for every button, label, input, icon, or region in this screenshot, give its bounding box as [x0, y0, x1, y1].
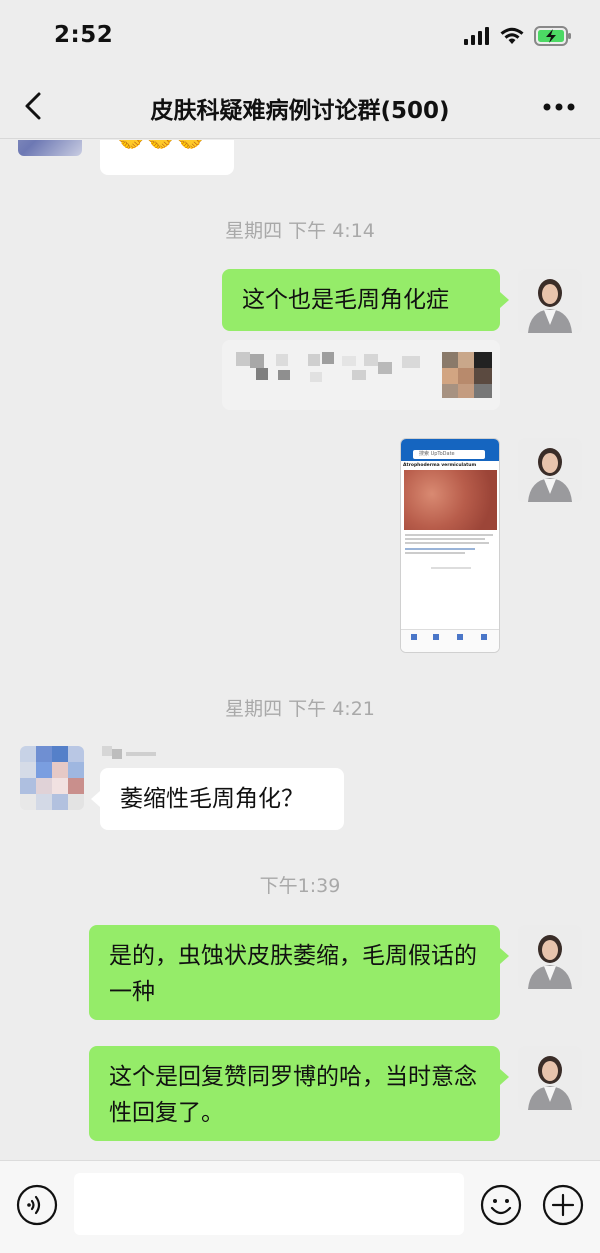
screenshot-heading: Atrophoderma vermiculatum — [403, 463, 477, 468]
user-avatar-icon — [518, 925, 582, 989]
user-avatar-icon — [518, 269, 582, 333]
screenshot-header: 搜索 UpToDate — [401, 439, 499, 461]
status-bar: 2:52 — [0, 0, 600, 75]
message-text: 是的，虫蚀状皮肤萎缩，毛周假话的一种 — [109, 943, 477, 1005]
input-bar — [0, 1160, 600, 1253]
avatar[interactable] — [18, 140, 82, 156]
message-bubble-me[interactable]: 这个也是毛周角化症 — [222, 269, 500, 331]
status-time: 2:52 — [54, 22, 114, 48]
message-bubble-me[interactable]: 是的，虫蚀状皮肤萎缩，毛周假话的一种 — [89, 925, 500, 1020]
avatar[interactable] — [518, 269, 582, 333]
screenshot-skin-photo — [404, 470, 497, 530]
nav-bar: 皮肤科疑难病例讨论群(500) — [0, 75, 600, 139]
message-input[interactable] — [74, 1173, 464, 1235]
sender-name — [102, 746, 158, 760]
timestamp: 星期四 下午 4:14 — [225, 220, 375, 242]
message-text: 这个是回复赞同罗博的哈，当时意念性回复了。 — [109, 1064, 477, 1126]
user-avatar-icon — [518, 438, 582, 502]
avatar[interactable] — [518, 925, 582, 989]
message-bubble-me[interactable]: 这个是回复赞同罗博的哈，当时意念性回复了。 — [89, 1046, 500, 1141]
plus-icon[interactable] — [542, 1184, 584, 1226]
bubble-tail — [91, 791, 100, 807]
status-icons — [464, 26, 572, 46]
message-bubble-other[interactable]: 萎缩性毛周角化？ — [100, 768, 344, 830]
voice-icon[interactable] — [16, 1184, 58, 1226]
message-bubble-other[interactable]: 🤝🤝🤝 — [100, 140, 234, 175]
chat-title: 皮肤科疑难病例讨论群(500) — [150, 98, 450, 124]
image-message[interactable]: 搜索 UpToDate Atrophoderma vermiculatum — [400, 438, 500, 653]
signal-icon — [464, 27, 489, 45]
timestamp: 下午1:39 — [259, 875, 341, 897]
chat-area[interactable]: 🤝🤝🤝 星期四 下午 4:14 这个也是毛周角化症 搜索 UpToDate At… — [0, 140, 600, 1160]
avatar[interactable] — [518, 1046, 582, 1110]
link-card[interactable] — [222, 340, 500, 410]
bubble-tail — [500, 948, 509, 964]
user-avatar-icon — [518, 1046, 582, 1110]
more-icon[interactable] — [542, 99, 576, 115]
emoji-row: 🤝🤝🤝 — [116, 140, 206, 154]
screenshot-tabbar — [401, 629, 499, 652]
message-text: 萎缩性毛周角化？ — [120, 786, 304, 812]
timestamp: 星期四 下午 4:21 — [225, 698, 375, 720]
wifi-icon — [500, 27, 524, 44]
bubble-tail — [500, 292, 509, 308]
screenshot-search: 搜索 UpToDate — [413, 450, 485, 459]
avatar[interactable] — [20, 746, 84, 810]
avatar[interactable] — [518, 438, 582, 502]
emoji-icon[interactable] — [480, 1184, 522, 1226]
battery-icon — [534, 26, 571, 46]
bubble-tail — [500, 1069, 509, 1085]
message-text: 这个也是毛周角化症 — [242, 287, 449, 313]
